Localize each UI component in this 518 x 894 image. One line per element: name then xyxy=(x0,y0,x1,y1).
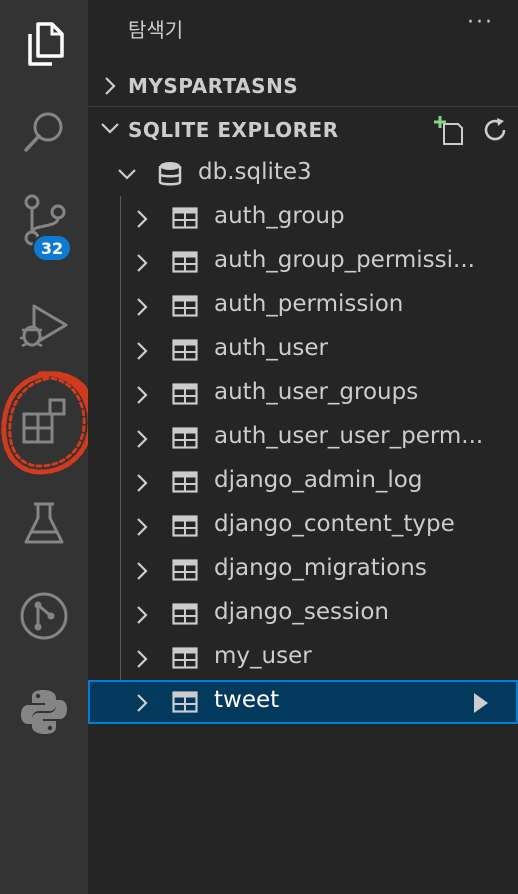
section-sqlite-explorer[interactable]: SQLITE EXPLORER xyxy=(88,108,518,152)
table-icon xyxy=(172,295,198,321)
table-icon xyxy=(172,603,198,629)
testing-activity-button[interactable] xyxy=(0,480,88,568)
chevron-right-icon xyxy=(134,604,150,630)
sidebar-title: 탐색기 xyxy=(128,18,184,42)
table-icon xyxy=(172,251,198,277)
table-icon xyxy=(172,691,198,717)
table-icon xyxy=(172,647,198,673)
section-myspartasns[interactable]: MYSPARTASNS xyxy=(88,64,518,108)
table-icon xyxy=(172,427,198,453)
chevron-right-icon xyxy=(134,560,150,586)
table-row[interactable]: auth_permission xyxy=(88,284,518,328)
chevron-right-icon xyxy=(134,384,150,410)
table-name: auth_user xyxy=(214,335,328,361)
table-row[interactable]: auth_user xyxy=(88,328,518,372)
table-row[interactable]: auth_user_user_perm... xyxy=(88,416,518,460)
table-icon xyxy=(172,559,198,585)
table-name: auth_group_permissi... xyxy=(214,247,475,273)
chevron-down-icon xyxy=(98,120,122,140)
table-row[interactable]: django_admin_log xyxy=(88,460,518,504)
new-query-icon[interactable] xyxy=(432,114,464,150)
table-name: auth_user_user_perm... xyxy=(214,423,484,449)
chevron-right-icon xyxy=(134,648,150,674)
table-name: auth_group xyxy=(214,203,345,229)
chevron-down-icon xyxy=(116,166,138,186)
database-node[interactable]: db.sqlite3 xyxy=(88,152,518,196)
refresh-icon[interactable] xyxy=(482,116,510,148)
table-icon xyxy=(172,471,198,497)
chevron-right-icon xyxy=(102,74,118,102)
database-icon xyxy=(158,161,182,191)
files-icon xyxy=(22,20,66,68)
python-activity-button[interactable] xyxy=(0,668,88,756)
table-name: auth_user_groups xyxy=(214,379,419,405)
table-row[interactable]: auth_user_groups xyxy=(88,372,518,416)
section-divider xyxy=(88,106,518,107)
more-actions-icon[interactable]: ··· xyxy=(467,10,494,35)
section-label: SQLITE EXPLORER xyxy=(128,118,339,142)
table-row[interactable]: my_user xyxy=(88,636,518,680)
git-graph-activity-button[interactable] xyxy=(0,572,88,660)
activity-bar: 32 xyxy=(0,0,93,894)
section-label: MYSPARTASNS xyxy=(128,74,299,98)
table-row[interactable]: auth_group xyxy=(88,196,518,240)
table-row[interactable]: django_session xyxy=(88,592,518,636)
python-icon xyxy=(18,686,70,738)
chevron-right-icon xyxy=(134,252,150,278)
source-control-badge: 32 xyxy=(32,234,72,262)
table-name: django_admin_log xyxy=(214,467,423,493)
table-icon xyxy=(172,339,198,365)
chevron-right-icon xyxy=(134,340,150,366)
table-name: my_user xyxy=(214,643,312,669)
search-icon xyxy=(20,108,68,156)
table-row[interactable]: django_migrations xyxy=(88,548,518,592)
annotation-red-circle xyxy=(1,371,93,475)
vscode-window: 32 탐색기 ··· MYSPARTASNS SQLITE EXPLORER d… xyxy=(0,0,518,894)
testing-flask-icon xyxy=(22,500,66,548)
explorer-sidebar: 탐색기 ··· MYSPARTASNS SQLITE EXPLORER db.s… xyxy=(88,0,518,894)
table-row[interactable]: tweet xyxy=(88,680,518,724)
search-activity-button[interactable] xyxy=(0,88,88,176)
chevron-right-icon xyxy=(134,516,150,542)
table-name: django_content_type xyxy=(214,511,455,537)
table-name: auth_permission xyxy=(214,291,404,317)
table-name: django_migrations xyxy=(214,555,427,581)
chevron-right-icon xyxy=(134,296,150,322)
chevron-right-icon xyxy=(134,208,150,234)
table-icon xyxy=(172,207,198,233)
table-name: tweet xyxy=(214,687,280,713)
table-icon xyxy=(172,515,198,541)
table-row[interactable]: auth_group_permissi... xyxy=(88,240,518,284)
git-graph-icon xyxy=(18,590,70,642)
run-query-play-icon[interactable] xyxy=(472,691,490,719)
database-name: db.sqlite3 xyxy=(198,159,312,185)
table-icon xyxy=(172,383,198,409)
run-debug-activity-button[interactable] xyxy=(0,282,88,370)
run-debug-icon xyxy=(18,302,70,350)
chevron-right-icon xyxy=(134,472,150,498)
chevron-right-icon xyxy=(134,692,150,718)
table-name: django_session xyxy=(214,599,389,625)
chevron-right-icon xyxy=(134,428,150,454)
table-row[interactable]: django_content_type xyxy=(88,504,518,548)
explorer-activity-button[interactable] xyxy=(0,0,88,88)
